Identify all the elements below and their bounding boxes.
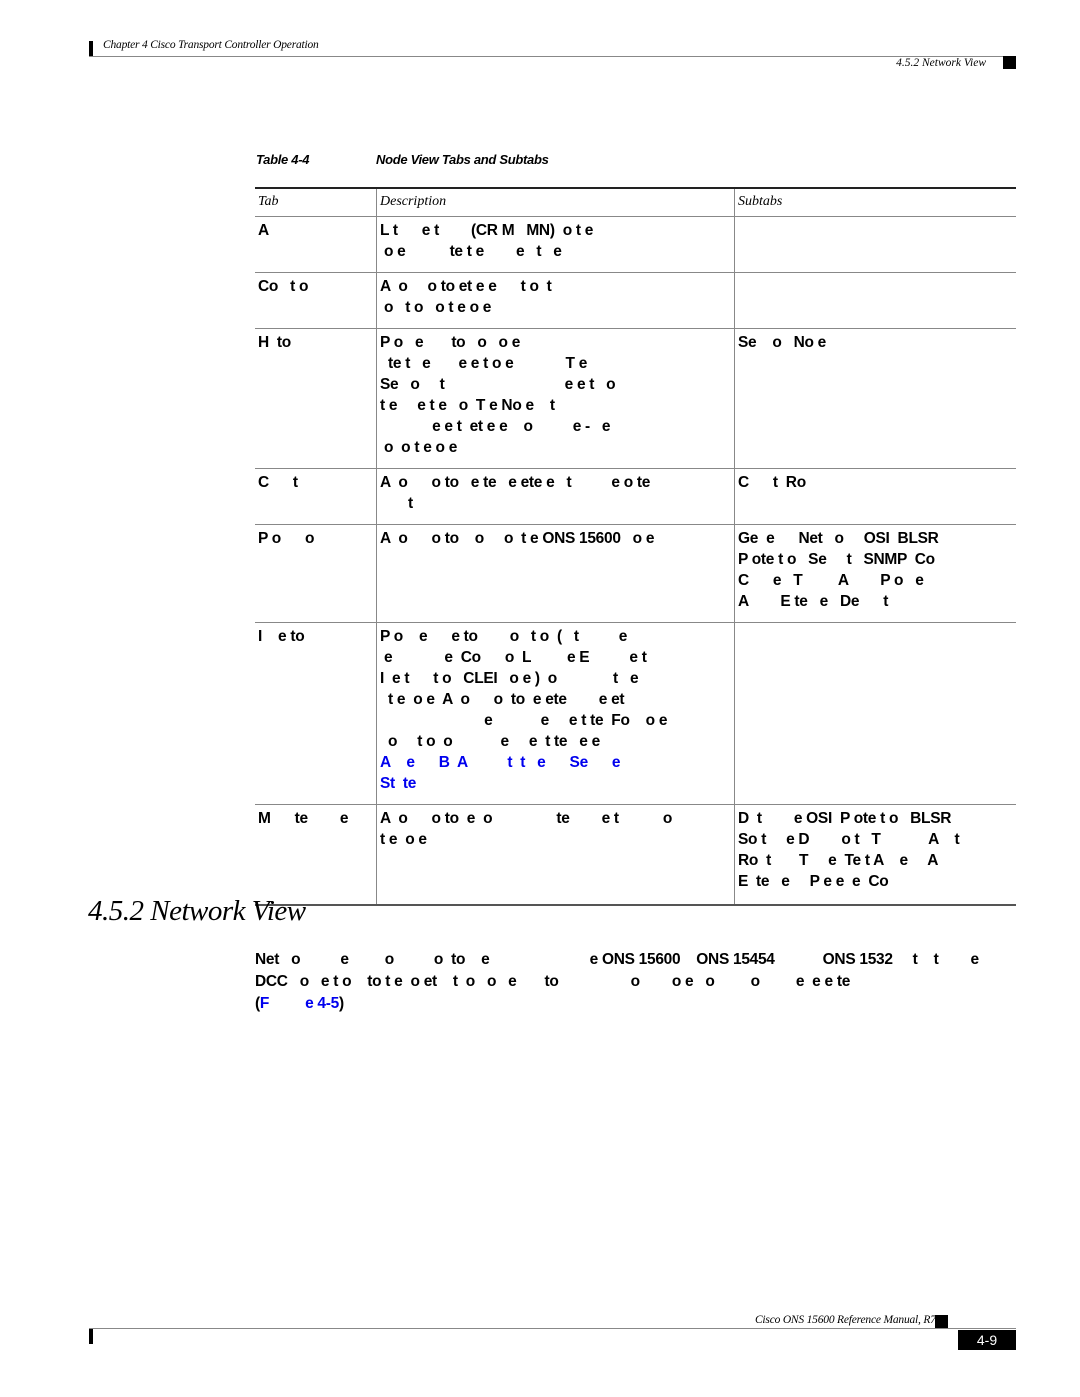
- table-number: Table 4-4: [256, 152, 310, 167]
- subtabs-cell: [734, 216, 1016, 273]
- footer-bar: [89, 1329, 93, 1344]
- header-rule: [89, 56, 1016, 57]
- subtabs-cell: Ge e Net o OSI BLSR P ote t o Se t SNMP …: [734, 524, 1016, 623]
- body-paragraph: Net o e o o to e e ONS 15600 ONS 15454 O…: [255, 949, 1025, 1015]
- footer-rule: [89, 1328, 1016, 1329]
- description-cell: A o o to e te e ete e t e o te t: [376, 468, 735, 525]
- tab-cell: I e to: [255, 622, 377, 805]
- section-header: 4.5.2 Network View: [896, 57, 986, 69]
- description-cell: P o e e to o t o ( t e e e Co o L e E e …: [376, 622, 735, 805]
- footer-manual-title: Cisco ONS 15600 Reference Manual, R7.2: [754, 1314, 944, 1326]
- column-header-subtabs: Subtabs: [734, 187, 1016, 217]
- section-title: 4.5.2 Network View: [88, 895, 306, 927]
- table-title: Node View Tabs and Subtabs: [376, 152, 549, 167]
- table-row: C t A o o to e te e ete e t e o te t C t…: [255, 468, 1016, 525]
- tab-cell: M te e: [255, 804, 377, 906]
- description-cell: P o e to o o e te t e e e t o e T e Se o…: [376, 328, 735, 469]
- node-view-tabs-table: Tab Description Subtabs A L t e t (CR M …: [255, 187, 1016, 906]
- table-row: H to P o e to o o e te t e e e t o e T e…: [255, 328, 1016, 469]
- column-header-tab: Tab: [255, 187, 377, 217]
- subtabs-cell: [734, 622, 1016, 805]
- description-cell: L t e t (CR M MN) o t e o e te t e e t e: [376, 216, 735, 273]
- subtabs-cell: D t e OSI P ote t o BLSR So t e D o t T …: [734, 804, 1016, 906]
- cross-reference-link[interactable]: A e B A t t e Se e St te: [380, 754, 621, 792]
- description-cell: A o o to e o te e t o t e o e: [376, 804, 735, 906]
- chapter-header: Chapter 4 Cisco Transport Controller Ope…: [103, 39, 319, 51]
- figure-reference-link[interactable]: F e 4-5: [260, 995, 339, 1012]
- header-marker: [1003, 56, 1016, 69]
- description-cell: A o o to o o t e ONS 15600 o e: [376, 524, 735, 623]
- header-bar: [89, 41, 93, 57]
- column-header-description: Description: [376, 187, 735, 217]
- tab-cell: A: [255, 216, 377, 273]
- subtabs-cell: C t Ro: [734, 468, 1016, 525]
- tab-cell: Co t o: [255, 272, 377, 329]
- table-header-row: Tab Description Subtabs: [255, 187, 1016, 217]
- tab-cell: H to: [255, 328, 377, 469]
- table-row: M te e A o o to e o te e t o t e o e D t…: [255, 804, 1016, 906]
- subtabs-cell: Se o No e: [734, 328, 1016, 469]
- table-row: P o o A o o to o o t e ONS 15600 o e Ge …: [255, 524, 1016, 623]
- tab-cell: C t: [255, 468, 377, 525]
- table-row: I e to P o e e to o t o ( t e e e Co o L…: [255, 622, 1016, 805]
- subtabs-cell: [734, 272, 1016, 329]
- table-row: Co t o A o o to et e e t o t o t o o t e…: [255, 272, 1016, 329]
- tab-cell: P o o: [255, 524, 377, 623]
- footer-marker: [935, 1315, 948, 1328]
- description-cell: A o o to et e e t o t o t o o t e o e: [376, 272, 735, 329]
- description-text: P o e e to o t o ( t e e e Co o L e E e …: [380, 628, 668, 750]
- table-caption: Table 4-4 Node View Tabs and Subtabs: [256, 152, 549, 167]
- paragraph-end: ): [338, 995, 344, 1012]
- page-number: 4-9: [958, 1330, 1016, 1350]
- paragraph-text: Net o e o o to e e ONS 15600 ONS 15454 O…: [255, 951, 979, 1012]
- table-row: A L t e t (CR M MN) o t e o e te t e e t…: [255, 216, 1016, 273]
